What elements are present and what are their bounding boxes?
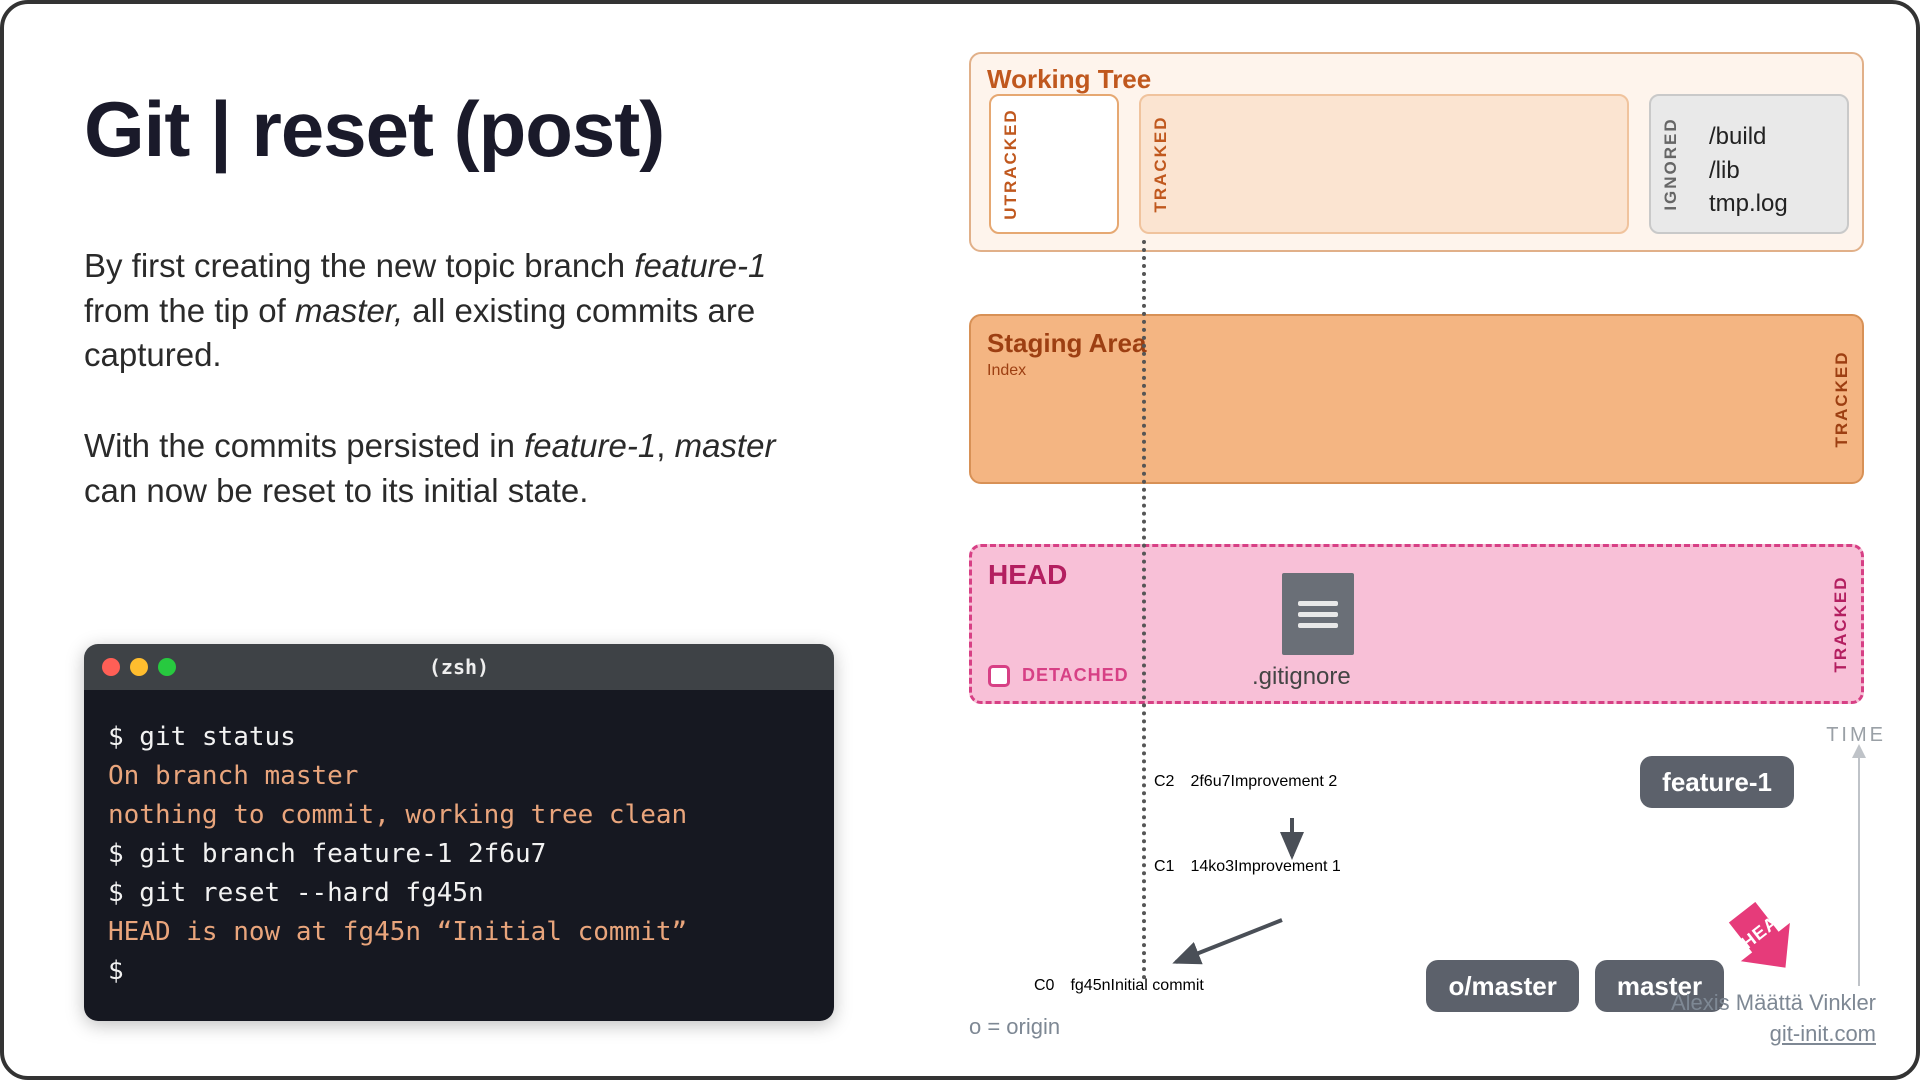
emphasis: master, [295, 292, 403, 329]
author-site[interactable]: git-init.com [1671, 1019, 1876, 1050]
commit-message: Improvement 1 [1234, 858, 1341, 876]
working-tree-title: Working Tree [987, 64, 1151, 95]
commit-hash: 14ko3 [1190, 858, 1234, 876]
ignored-box: IGNORED /build /lib tmp.log [1649, 94, 1849, 234]
untracked-box: UTRACKED [989, 94, 1119, 234]
terminal-body: $ git status On branch master nothing to… [84, 690, 834, 1021]
emphasis: feature-1 [634, 247, 766, 284]
credit: Alexis Määttä Vinkler git-init.com [1671, 988, 1876, 1050]
staging-sub: Index [987, 362, 1026, 380]
text: from the tip of [84, 292, 295, 329]
branch-pill-origin-master: o/master [1426, 960, 1578, 1012]
term-line: $ git branch feature-1 2f6u7 [108, 835, 810, 874]
terminal-window: (zsh) $ git status On branch master noth… [84, 644, 834, 1021]
terminal-titlebar: (zsh) [84, 644, 834, 690]
staging-tracked-label: TRACKED [1832, 350, 1852, 447]
commit-message: Improvement 2 [1231, 773, 1338, 791]
term-line: $ git status [108, 718, 810, 757]
text: can now be reset to its initial state. [84, 472, 588, 509]
term-line: HEAD is now at fg45n “Initial commit” [108, 913, 810, 952]
ignored-label: IGNORED [1661, 117, 1681, 210]
commit-message: Initial commit [1111, 977, 1204, 995]
commit-c1-row: C1 14ko3 Improvement 1 [1154, 858, 1684, 876]
history-dotted-line [1142, 240, 1146, 980]
page-title: Git | reset (post) [84, 84, 664, 175]
term-line: $ [108, 952, 810, 991]
ignored-files: /build /lib tmp.log [1709, 120, 1788, 221]
term-line: nothing to commit, working tree clean [108, 796, 810, 835]
author-name: Alexis Määttä Vinkler [1671, 988, 1876, 1019]
commit-hash: fg45n [1070, 977, 1110, 995]
staging-panel: Staging Area Index TRACKED [969, 314, 1864, 484]
commit-label: C2 [1154, 773, 1174, 791]
term-line: On branch master [108, 757, 810, 796]
paragraph-1: By first creating the new topic branch f… [84, 244, 824, 378]
head-title: HEAD [988, 559, 1067, 591]
text: , [656, 427, 674, 464]
commit-c2-row: C2 2f6u7 Improvement 2 feature-1 [1154, 756, 1794, 808]
emphasis: master [675, 427, 776, 464]
emphasis: feature-1 [524, 427, 656, 464]
file-icon [1282, 573, 1354, 655]
paragraph-2: With the commits persisted in feature-1,… [84, 424, 824, 513]
gitignore-label: .gitignore [1252, 663, 1351, 691]
slide-frame: Git | reset (post) By first creating the… [0, 0, 1920, 1080]
origin-note: o = origin [969, 1014, 1060, 1040]
head-tracked-label: TRACKED [1831, 575, 1851, 672]
time-arrow-icon [1858, 756, 1860, 986]
tracked-label: TRACKED [1151, 115, 1171, 212]
head-arrow-text: HEAD [1737, 903, 1793, 953]
commit-label: C0 [1034, 977, 1054, 995]
terminal-title: (zsh) [84, 655, 834, 679]
head-panel: HEAD DETACHED TRACKED .gitignore [969, 544, 1864, 704]
text: By first creating the new topic branch [84, 247, 634, 284]
staging-title: Staging Area [987, 328, 1146, 359]
branch-pill-feature1: feature-1 [1640, 756, 1794, 808]
term-line: $ git reset --hard fg45n [108, 874, 810, 913]
commit-hash: 2f6u7 [1190, 773, 1230, 791]
commit-label: C1 [1154, 858, 1174, 876]
text: With the commits persisted in [84, 427, 524, 464]
detached-checkbox-icon [988, 665, 1010, 687]
tracked-box: TRACKED [1139, 94, 1629, 234]
untracked-label: UTRACKED [1001, 108, 1021, 219]
detached-label: DETACHED [1022, 665, 1129, 686]
